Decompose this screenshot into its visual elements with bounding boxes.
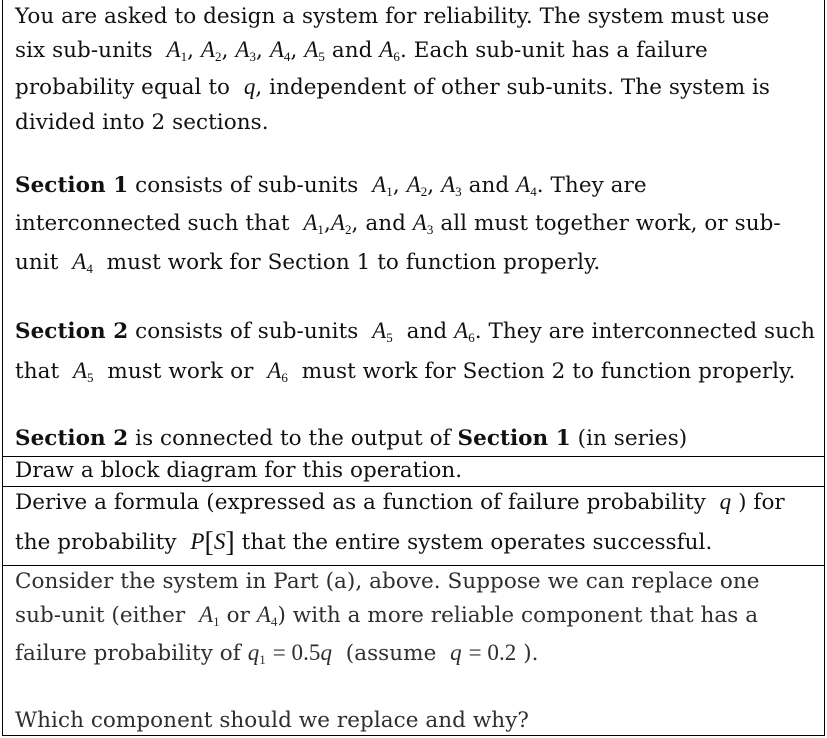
section2-line-1: Section 2 consists of sub-units A5 and A… — [15, 318, 816, 345]
problem-description-cell: You are asked to design a system for rel… — [3, 0, 824, 456]
section1-line-1: Section 1 consists of sub-units A1, A2, … — [15, 172, 647, 199]
unit-a1: A1 — [372, 172, 393, 199]
unit-a1: A1 — [199, 602, 220, 629]
part-c-cell: Consider the system in Part (a), above. … — [3, 565, 824, 736]
unit-a5: A5 — [72, 358, 94, 385]
part-a-text: Draw a block diagram for this operation. — [15, 458, 463, 483]
unit-a4: A4 — [72, 249, 93, 276]
success-S: S — [213, 529, 226, 554]
part-b-cell: Derive a formula (expressed as a functio… — [3, 486, 824, 565]
unit-a5: A5 — [372, 318, 393, 345]
part-c-line-3: failure probability of q1 = 0.5q (assume… — [15, 640, 539, 667]
var-q: q — [243, 74, 256, 99]
section1-line-3: unit A4 must work for Section 1 to funct… — [15, 249, 601, 276]
unit-a6: A6 — [454, 318, 475, 345]
unit-a6: A6 — [379, 37, 400, 64]
unit-a5: A5 — [304, 37, 325, 64]
unit-a3: A3 — [235, 37, 257, 64]
part-c-line-2: sub-unit (either A1 or A4) with a more r… — [15, 602, 759, 629]
unit-a4: A4 — [269, 37, 291, 64]
unit-a1: A1 — [303, 210, 324, 237]
unit-a2: A2 — [200, 37, 222, 64]
part-a-cell: Draw a block diagram for this operation. — [3, 456, 824, 486]
section2-title: Section 2 — [15, 319, 129, 344]
unit-a4: A4 — [256, 602, 278, 629]
intro-line-3: probability equal to q, independent of o… — [15, 74, 771, 100]
unit-a4: A4 — [516, 172, 537, 199]
unit-a1: A1 — [166, 37, 188, 64]
problem-table: You are asked to design a system for rel… — [2, 0, 825, 736]
var-q1: q1 — [247, 640, 266, 667]
unit-a2: A2 — [330, 210, 352, 237]
unit-a3: A3 — [412, 210, 434, 237]
part-c-question: Which component should we replace and wh… — [15, 708, 529, 733]
section1-line-2: interconnected such that A1,A2, and A3 a… — [15, 210, 781, 237]
part-b-line-2: the probability P[S] that the entire sys… — [15, 527, 713, 558]
unit-a3: A3 — [441, 172, 462, 199]
prob-P: P — [190, 529, 205, 554]
intro-line-1: You are asked to design a system for rel… — [15, 4, 770, 29]
unit-a2: A2 — [406, 172, 428, 199]
unit-a6: A6 — [267, 358, 288, 385]
section1-title: Section 1 — [15, 173, 129, 198]
intro-line-2: six sub-units A1, A2, A3, A4, A5 and A6.… — [15, 37, 708, 64]
section2-line-2: that A5 must work or A6 must work for Se… — [15, 358, 796, 385]
intro-line-4: divided into 2 sections. — [15, 110, 269, 135]
part-b-line-1: Derive a formula (expressed as a functio… — [15, 489, 785, 515]
series-connection-line: Section 2 is connected to the output of … — [15, 426, 688, 451]
part-c-line-1: Consider the system in Part (a), above. … — [15, 569, 760, 594]
